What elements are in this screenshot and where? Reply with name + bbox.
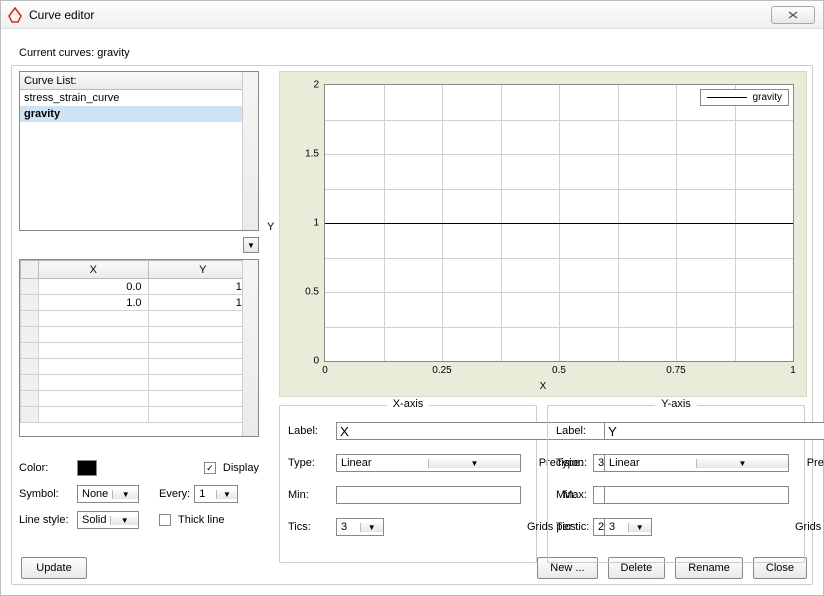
titlebar: Curve editor — [1, 1, 823, 29]
curve-list-items: stress_strain_curve gravity — [20, 90, 258, 230]
x-axis-title: X-axis — [387, 398, 430, 410]
x-min-label: Min: — [288, 489, 330, 501]
x-axis-panel: X-axis Label: Type: Linear▼ Precision: 3… — [279, 405, 537, 563]
table-row[interactable] — [21, 407, 258, 423]
table-row[interactable]: 1.01.0 — [21, 295, 258, 311]
data-table-scrollbar[interactable] — [242, 260, 258, 436]
col-header-x[interactable]: X — [39, 261, 149, 279]
y-tick: 1 — [313, 218, 325, 229]
table-row[interactable] — [21, 391, 258, 407]
plot-area: gravity 0 0.5 1 1.5 2 0 0.25 0.5 0.75 1 … — [279, 71, 807, 397]
plot-y-label: Y — [267, 221, 274, 233]
window-close-button[interactable] — [771, 6, 815, 24]
series-line-gravity — [325, 223, 793, 224]
x-tick: 0.5 — [552, 361, 566, 376]
x-type-label: Type: — [288, 457, 330, 469]
x-min-input[interactable] — [336, 486, 521, 504]
row-header-blank — [21, 261, 39, 279]
x-tick: 0 — [322, 361, 328, 376]
x-type-select[interactable]: Linear▼ — [336, 454, 521, 472]
plot-x-label: X — [280, 381, 806, 392]
x-label-label: Label: — [288, 425, 330, 437]
close-icon — [788, 11, 798, 19]
client-area: Current curves: gravity Curve List: stre… — [1, 29, 823, 595]
table-row[interactable] — [21, 359, 258, 375]
y-max-label: Max: — [795, 489, 824, 501]
update-button[interactable]: Update — [21, 557, 87, 579]
table-row[interactable] — [21, 311, 258, 327]
curve-list[interactable]: Curve List: stress_strain_curve gravity — [19, 71, 259, 231]
curve-list-item[interactable]: gravity — [20, 106, 258, 122]
y-tick: 0.5 — [305, 287, 325, 298]
color-swatch[interactable] — [77, 460, 97, 476]
y-tick: 2 — [313, 80, 325, 91]
legend-line-icon — [707, 97, 747, 98]
linestyle-select[interactable]: Solid▼ — [77, 511, 139, 529]
data-table[interactable]: X Y 0.01.0 1.01.0 — [19, 259, 259, 437]
linestyle-label: Line style: — [19, 514, 73, 526]
symbol-label: Symbol: — [19, 488, 73, 500]
y-precision-label: Precision: — [795, 457, 824, 469]
curve-list-scrollbar[interactable] — [242, 72, 258, 230]
table-row[interactable] — [21, 375, 258, 391]
y-axis-panel: Y-axis Label: Type: Linear▼ Precision: 3… — [547, 405, 805, 563]
display-checkbox[interactable]: ✓ — [204, 462, 216, 474]
thickline-label: Thick line — [178, 514, 224, 526]
table-row[interactable]: 0.01.0 — [21, 279, 258, 295]
curve-list-item[interactable]: stress_strain_curve — [20, 90, 258, 106]
y-axis-title: Y-axis — [655, 398, 697, 410]
curve-list-header: Curve List: — [20, 72, 258, 90]
legend-entry: gravity — [753, 92, 782, 103]
y-min-input[interactable] — [604, 486, 789, 504]
window-title: Curve editor — [29, 8, 771, 22]
x-tick: 0.75 — [666, 361, 685, 376]
every-label: Every: — [159, 488, 190, 500]
y-type-label: Type: — [556, 457, 598, 469]
color-label: Color: — [19, 462, 73, 474]
plot-canvas[interactable]: gravity 0 0.5 1 1.5 2 0 0.25 0.5 0.75 1 — [324, 84, 794, 362]
plot-legend: gravity — [700, 89, 789, 106]
symbol-select[interactable]: None▼ — [77, 485, 139, 503]
curve-list-dropdown-button[interactable]: ▼ — [243, 237, 259, 253]
x-tics-select[interactable]: 3▼ — [336, 518, 384, 536]
app-icon — [7, 7, 23, 23]
y-tics-label: Tics: — [556, 521, 598, 533]
table-row[interactable] — [21, 327, 258, 343]
table-row[interactable] — [21, 343, 258, 359]
y-label-input[interactable] — [604, 422, 824, 440]
y-tick: 1.5 — [305, 149, 325, 160]
y-tics-select[interactable]: 3▼ — [604, 518, 652, 536]
y-grids-label: Grids per tic: — [795, 521, 824, 533]
style-block: Color: ✓ Display Symbol: None▼ Every: 1▼… — [19, 455, 259, 533]
y-type-select[interactable]: Linear▼ — [604, 454, 789, 472]
current-curves-label: Current curves: gravity — [19, 47, 130, 59]
thickline-checkbox[interactable] — [159, 514, 171, 526]
display-label: Display — [223, 462, 259, 474]
every-select[interactable]: 1▼ — [194, 485, 238, 503]
x-tics-label: Tics: — [288, 521, 330, 533]
curve-editor-window: Curve editor Current curves: gravity Cur… — [0, 0, 824, 596]
y-min-label: Min: — [556, 489, 598, 501]
y-label-label: Label: — [556, 425, 598, 437]
x-tick: 0.25 — [432, 361, 451, 376]
x-tick: 1 — [790, 361, 796, 376]
